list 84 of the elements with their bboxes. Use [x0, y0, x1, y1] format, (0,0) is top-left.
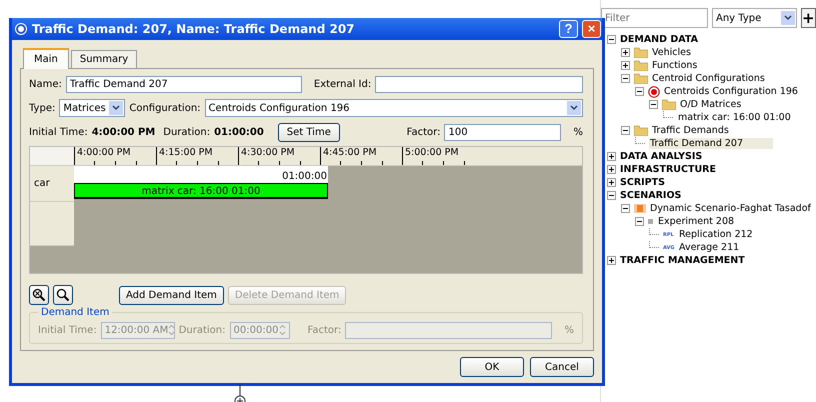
- add-demand-item-button[interactable]: Add Demand Item: [119, 286, 224, 304]
- duration-label: 01:00:00: [74, 166, 328, 183]
- name-field[interactable]: Traffic Demand 207: [66, 76, 302, 92]
- name-label: Name:: [29, 78, 62, 90]
- tree-item[interactable]: TRAFFIC MANAGEMENT: [620, 255, 745, 266]
- type-dropdown[interactable]: Any Type: [712, 8, 797, 28]
- expander-icon[interactable]: [635, 217, 644, 226]
- tree-item[interactable]: Vehicles: [652, 47, 691, 58]
- initial-time-value: 4:00:00 PM: [92, 126, 156, 138]
- initial-time-label: Initial Time:: [29, 126, 88, 138]
- folder-icon: [634, 60, 648, 71]
- zoom-out-button[interactable]: [29, 285, 49, 305]
- tree-item[interactable]: Experiment 208: [658, 216, 734, 227]
- empty-row-header: [30, 202, 74, 246]
- duration-value: 01:00:00: [214, 126, 264, 138]
- expander-icon[interactable]: [607, 152, 616, 161]
- close-button[interactable]: ×: [582, 20, 601, 38]
- type-dropdown[interactable]: Matrices: [59, 99, 126, 117]
- tree-item[interactable]: Functions: [652, 60, 698, 71]
- tree-item[interactable]: SCENARIOS: [620, 190, 682, 201]
- expander-icon[interactable]: [635, 87, 644, 96]
- external-id-label: External Id:: [314, 78, 372, 90]
- tree-item[interactable]: INFRASTRUCTURE: [620, 164, 716, 175]
- initial-time-label: Initial Time:: [38, 324, 97, 336]
- expander-icon[interactable]: [621, 204, 630, 213]
- tree-item[interactable]: O/D Matrices: [680, 99, 742, 110]
- duration-label: Duration:: [178, 324, 226, 336]
- type-label: Type:: [29, 102, 56, 114]
- tree-item[interactable]: Traffic Demands: [652, 125, 729, 136]
- percent-label: %: [564, 324, 574, 336]
- tree-item[interactable]: SCRIPTS: [620, 177, 665, 188]
- factor-label: Factor:: [406, 126, 440, 138]
- tree-item[interactable]: Average 211: [679, 242, 740, 253]
- tree-item[interactable]: Centroids Configuration 196: [664, 86, 798, 97]
- tree-item[interactable]: DATA ANALYSIS: [620, 151, 702, 162]
- folder-icon: [634, 73, 648, 84]
- factor-label: Factor:: [308, 324, 342, 336]
- expander-icon[interactable]: [607, 178, 616, 187]
- folder-icon: [634, 47, 648, 58]
- demand-item-bar[interactable]: matrix car: 16:00 01:00: [74, 183, 328, 199]
- tree-item[interactable]: Centroid Configurations: [652, 73, 765, 84]
- folder-icon: [634, 125, 648, 136]
- expander-icon[interactable]: [607, 256, 616, 265]
- tree-item[interactable]: Dynamic Scenario-Faghat Tasadof: [650, 203, 811, 214]
- expander-icon[interactable]: [621, 126, 630, 135]
- duration-label: Duration:: [163, 126, 210, 138]
- spinner-icon: [168, 324, 176, 336]
- configuration-dropdown[interactable]: Centroids Configuration 196: [204, 99, 583, 117]
- chevron-down-icon: [109, 101, 124, 115]
- zoom-in-button[interactable]: [53, 285, 73, 305]
- chevron-down-icon: [567, 101, 581, 115]
- tab[interactable]: Summary: [70, 50, 138, 68]
- tree-item[interactable]: Replication 212: [679, 229, 753, 240]
- expander-icon[interactable]: [607, 191, 616, 200]
- external-id-field[interactable]: [375, 76, 583, 92]
- folder-icon: [662, 99, 676, 110]
- group-title: Demand Item: [38, 307, 112, 318]
- expander-icon[interactable]: [621, 61, 630, 70]
- header-corner: [30, 147, 74, 165]
- expander-icon[interactable]: [607, 165, 616, 174]
- spinner-icon: [278, 324, 286, 336]
- expander-icon[interactable]: [621, 74, 630, 83]
- chevron-down-icon: [780, 11, 795, 25]
- target-icon: [648, 86, 660, 98]
- tab[interactable]: Main: [23, 48, 69, 69]
- percent-label: %: [573, 126, 583, 138]
- row-label: car: [30, 166, 74, 202]
- tree-item[interactable]: DEMAND DATA: [620, 34, 698, 45]
- square-icon: [634, 204, 646, 213]
- expander-icon[interactable]: [621, 48, 630, 57]
- add-button[interactable]: +: [800, 8, 816, 28]
- tree-item[interactable]: matrix car: 16:00 01:00: [677, 112, 791, 123]
- help-button[interactable]: ?: [559, 20, 578, 38]
- factor-field[interactable]: [345, 322, 552, 338]
- factor-field[interactable]: 100: [444, 124, 562, 140]
- window-title: Traffic Demand: 207, Name: Traffic Demand 207: [32, 22, 356, 36]
- expander-icon[interactable]: [649, 100, 658, 109]
- cancel-button[interactable]: Cancel: [530, 357, 594, 377]
- configuration-label: Configuration:: [129, 102, 201, 114]
- tree-item[interactable]: Traffic Demand 207: [649, 138, 774, 149]
- expander-icon[interactable]: [607, 35, 616, 44]
- filter-field[interactable]: Filter: [601, 8, 708, 28]
- set-time-button[interactable]: Set Time: [278, 122, 340, 142]
- ok-button[interactable]: OK: [460, 357, 524, 377]
